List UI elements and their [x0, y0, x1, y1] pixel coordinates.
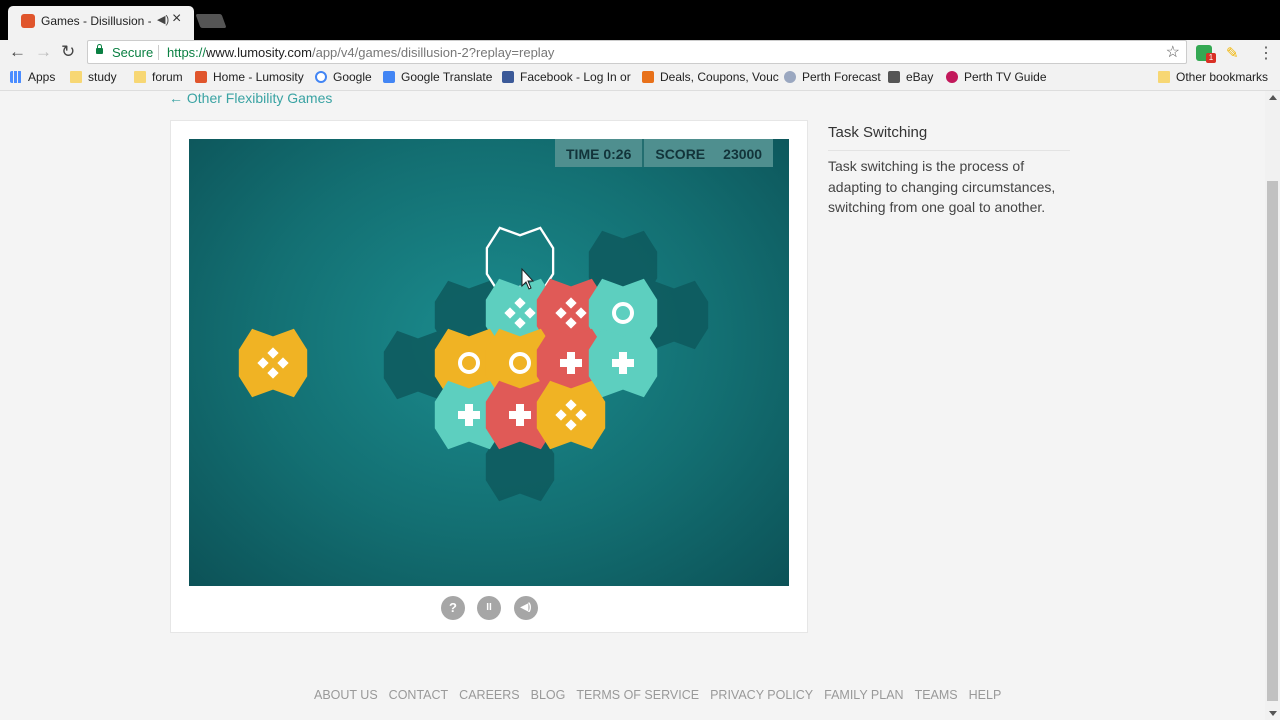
- new-tab-button[interactable]: [195, 14, 227, 28]
- ozbargain-icon: [642, 71, 654, 83]
- address-bar[interactable]: Secure https://www.lumosity.com/app/v4/g…: [87, 40, 1187, 64]
- sidebar-divider: [828, 150, 1070, 151]
- game-board[interactable]: TIME 0:26 SCORE 23000: [189, 139, 789, 586]
- bookmark-perth-forecast[interactable]: Perth Forecast: [784, 70, 881, 84]
- bookmark-label: Facebook - Log In or: [520, 70, 631, 84]
- bookmark-translate[interactable]: Google Translate: [383, 70, 492, 84]
- bookmark-label: Google Translate: [401, 70, 493, 84]
- reload-icon[interactable]: ↻: [61, 42, 75, 62]
- url-path: /app/v4/games/disillusion-2?replay=repla…: [311, 45, 555, 60]
- bookmark-lumosity[interactable]: Home - Lumosity: [195, 70, 304, 84]
- footer-link[interactable]: PRIVACY POLICY: [710, 688, 813, 702]
- other-games-link[interactable]: ← Other Flexibility Games: [169, 90, 332, 106]
- next-tile[interactable]: [238, 328, 308, 398]
- footer-link[interactable]: BLOG: [531, 688, 566, 702]
- footer-link[interactable]: ABOUT US: [314, 688, 378, 702]
- bookmarks-bar: Apps study forum Home - Lumosity Google …: [0, 66, 1280, 91]
- help-button[interactable]: ?: [441, 596, 465, 620]
- secure-label: Secure: [112, 45, 154, 60]
- extension-badge: 1: [1206, 53, 1216, 63]
- back-icon[interactable]: ←: [9, 42, 26, 62]
- bookmark-facebook[interactable]: Facebook - Log In or: [502, 70, 631, 84]
- bookmark-google[interactable]: Google: [315, 70, 372, 84]
- footer-link[interactable]: CONTACT: [389, 688, 449, 702]
- lock-icon: [96, 44, 103, 54]
- folder-icon: [70, 71, 82, 83]
- bookmark-forum[interactable]: forum: [134, 70, 183, 84]
- bookmark-other[interactable]: Other bookmarks: [1158, 70, 1268, 84]
- footer-links: ABOUT US CONTACT CAREERS BLOG TERMS OF S…: [314, 688, 1001, 702]
- sidebar-description: Task switching is the process of adaptin…: [828, 158, 1056, 215]
- bookmark-label: Deals, Coupons, Vouc: [660, 70, 779, 84]
- bookmark-label: study: [88, 70, 117, 84]
- toolbar: ← → ↻ Secure https://www.lumosity.com/ap…: [0, 40, 1280, 66]
- scroll-up-arrow-icon[interactable]: [1269, 95, 1277, 100]
- bookmark-label: Google: [333, 70, 372, 84]
- translate-icon: [383, 71, 395, 83]
- bookmark-perth-tv[interactable]: Perth TV Guide: [946, 70, 1047, 84]
- weather-icon: [784, 71, 796, 83]
- bookmark-label: Perth Forecast: [802, 70, 881, 84]
- close-icon[interactable]: ×: [172, 10, 181, 28]
- bookmark-apps[interactable]: Apps: [10, 70, 55, 84]
- google-icon: [315, 71, 327, 83]
- star-icon[interactable]: ☆: [1166, 42, 1180, 62]
- pause-button[interactable]: II: [477, 596, 501, 620]
- bookmark-label: Apps: [28, 70, 56, 84]
- bookmark-label: Perth TV Guide: [964, 70, 1047, 84]
- scroll-thumb[interactable]: [1267, 181, 1278, 701]
- footer-link[interactable]: CAREERS: [459, 688, 519, 702]
- folder-icon: [134, 71, 146, 83]
- tab-strip: Games - Disillusion - Lumosity ◀) ×: [0, 0, 1280, 40]
- url-host: www.lumosity.com: [206, 45, 312, 60]
- footer-link[interactable]: TERMS OF SERVICE: [576, 688, 699, 702]
- scrollbar[interactable]: [1265, 91, 1280, 720]
- sound-button[interactable]: ◀): [514, 596, 538, 620]
- footer-link[interactable]: FAMILY PLAN: [824, 688, 903, 702]
- bookmark-deals[interactable]: Deals, Coupons, Vouc: [642, 70, 779, 84]
- lumosity-icon: [195, 71, 207, 83]
- bookmark-label: Home - Lumosity: [213, 70, 304, 84]
- apps-grid-icon: [10, 71, 22, 83]
- facebook-icon: [502, 71, 514, 83]
- bookmark-label: Other bookmarks: [1176, 70, 1269, 84]
- bookmark-label: forum: [152, 70, 183, 84]
- bookmark-label: eBay: [906, 70, 934, 84]
- pencil-extension-icon[interactable]: ✎: [1226, 44, 1239, 62]
- forward-icon[interactable]: →: [35, 42, 52, 62]
- bookmark-ebay[interactable]: eBay: [888, 70, 933, 84]
- footer-link[interactable]: TEAMS: [915, 688, 958, 702]
- folder-icon: [1158, 71, 1170, 83]
- tvguide-icon: [946, 71, 958, 83]
- scroll-down-arrow-icon[interactable]: [1269, 711, 1277, 716]
- omnibox-divider: [158, 45, 159, 60]
- sidebar-title: Task Switching: [828, 124, 928, 141]
- footer-link[interactable]: HELP: [969, 688, 1002, 702]
- url-scheme: https://: [167, 45, 207, 60]
- ebay-icon: [888, 71, 900, 83]
- tab-active[interactable]: Games - Disillusion - Lumosity ◀) ×: [8, 6, 194, 40]
- tile-layer: [238, 226, 709, 502]
- url-text: https://www.lumosity.com/app/v4/games/di…: [167, 45, 554, 60]
- bookmark-study[interactable]: study: [70, 70, 117, 84]
- menu-icon[interactable]: ⋮: [1258, 43, 1274, 63]
- tab-title: Games - Disillusion - Lumosity: [41, 14, 151, 28]
- tile-yellow: [536, 380, 606, 450]
- lumosity-favicon-icon: [21, 14, 35, 28]
- speaker-icon[interactable]: ◀): [157, 13, 169, 26]
